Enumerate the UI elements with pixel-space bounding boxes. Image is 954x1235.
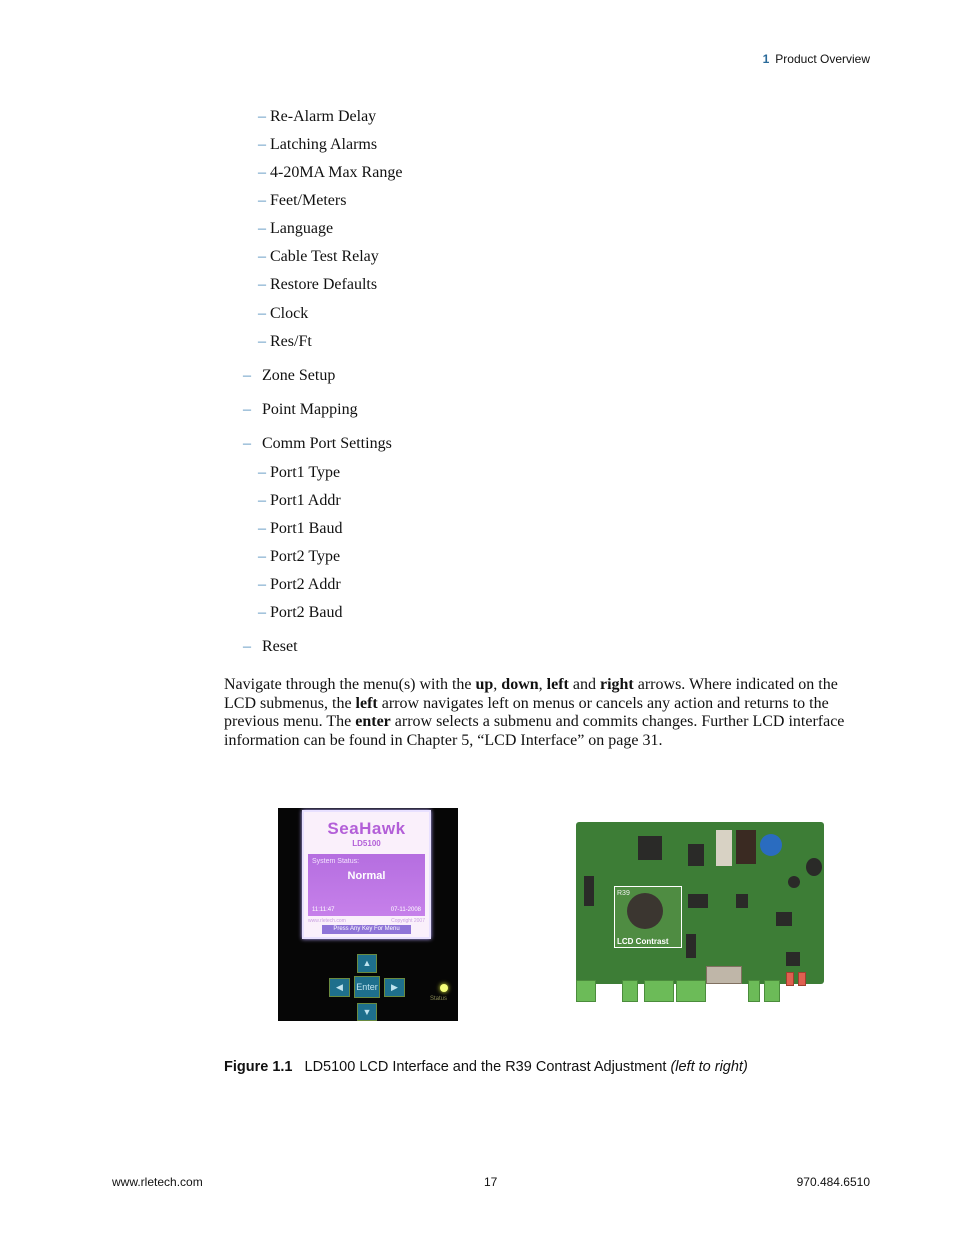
list-item: – Latching Alarms xyxy=(258,136,378,153)
list-item: – Port2 Type xyxy=(258,548,341,565)
list-item-point-mapping: – Point Mapping xyxy=(243,401,358,418)
dash-bullet-icon: – xyxy=(258,576,266,593)
list-item: – Cable Test Relay xyxy=(258,248,379,265)
terminal-block xyxy=(764,980,780,1002)
chip xyxy=(638,836,662,860)
list-item: – Res/Ft xyxy=(258,333,312,350)
led-label: Status xyxy=(430,996,448,1002)
dash-bullet-icon: – xyxy=(258,192,266,209)
dash-bullet-icon: – xyxy=(258,305,266,322)
potentiometer-icon xyxy=(627,893,663,929)
figure-number: Figure 1.1 xyxy=(224,1059,293,1075)
list-item-reset: – Reset xyxy=(243,638,298,655)
dash-bullet-icon: – xyxy=(258,333,266,350)
chip xyxy=(688,894,708,908)
dash-bullet-icon: – xyxy=(258,164,266,181)
jumper xyxy=(786,972,794,986)
dash-bullet-icon: – xyxy=(258,548,266,565)
list-item: – Feet/Meters xyxy=(258,192,347,209)
running-header: 1 Product Overview xyxy=(763,52,870,66)
list-item: – Port1 Type xyxy=(258,464,341,481)
lcd-interface-photo: SeaHawk LD5100 System Status: Normal 11:… xyxy=(278,808,458,1021)
down-arrow-icon: ▼ xyxy=(357,1003,377,1021)
lcd-time: 11:11:47 xyxy=(312,907,335,913)
circuit-board: R39 LCD Contrast xyxy=(576,822,824,984)
lcd-screen: SeaHawk LD5100 System Status: Normal 11:… xyxy=(302,810,431,939)
list-item: – Restore Defaults xyxy=(258,276,378,293)
enter-key-icon: Enter xyxy=(354,976,380,998)
r39-inset: R39 LCD Contrast xyxy=(614,886,682,948)
chip xyxy=(786,952,800,966)
chip xyxy=(736,894,748,908)
status-led-icon xyxy=(440,984,448,992)
terminal-block xyxy=(644,980,674,1002)
capacitor xyxy=(788,876,800,888)
dash-bullet-icon: – xyxy=(243,638,251,655)
list-item: – Port1 Baud xyxy=(258,520,343,537)
navigation-paragraph: Navigate through the menu(s) with the up… xyxy=(224,676,845,749)
dash-bullet-icon: – xyxy=(258,464,266,481)
jumper xyxy=(798,972,806,986)
pcb-photo: R39 LCD Contrast xyxy=(572,820,828,1002)
lcd-prompt: Press Any Key For Menu xyxy=(322,925,411,934)
capacitor xyxy=(806,858,822,876)
list-item: – Re-Alarm Delay xyxy=(258,108,377,125)
lcd-copyright: Copyright 2007 xyxy=(391,918,425,924)
terminal-block xyxy=(676,980,706,1002)
list-item-zone-setup: – Zone Setup xyxy=(243,367,336,384)
list-item: – Port2 Addr xyxy=(258,576,341,593)
dash-bullet-icon: – xyxy=(258,276,266,293)
dash-bullet-icon: – xyxy=(258,604,266,621)
terminal-block xyxy=(748,980,760,1002)
footer-page-number: 17 xyxy=(484,1175,498,1189)
chip xyxy=(688,844,704,866)
dash-bullet-icon: – xyxy=(258,248,266,265)
list-item: – Port2 Baud xyxy=(258,604,343,621)
list-item: – Port1 Addr xyxy=(258,492,341,509)
chip xyxy=(686,934,696,958)
chip xyxy=(776,912,792,926)
up-arrow-icon: ▲ xyxy=(357,954,377,973)
terminal-block xyxy=(576,980,596,1002)
left-arrow-icon: ◀ xyxy=(329,978,350,997)
lcd-model: LD5100 xyxy=(352,839,381,848)
list-item-comm-port-settings: – Comm Port Settings xyxy=(243,435,392,452)
list-item: – Language xyxy=(258,220,334,237)
serial-port xyxy=(706,966,742,984)
list-item: – Clock xyxy=(258,305,309,322)
chapter-number: 1 xyxy=(762,52,770,66)
dash-bullet-icon: – xyxy=(258,220,266,237)
dash-bullet-icon: – xyxy=(258,136,266,153)
dash-bullet-icon: – xyxy=(258,492,266,509)
dash-bullet-icon: – xyxy=(258,520,266,537)
chapter-title: Product Overview xyxy=(775,52,870,66)
list-item: –4-20MA Max Range xyxy=(258,164,403,181)
lcd-date: 07-11-2008 xyxy=(390,907,421,913)
caption-parenthetical: (left to right) xyxy=(670,1059,748,1075)
dash-bullet-icon: – xyxy=(243,401,251,418)
terminal-block xyxy=(622,980,638,1002)
relay xyxy=(736,830,756,864)
lcd-status-label: System Status: xyxy=(312,858,360,865)
dash-bullet-icon: – xyxy=(243,435,251,452)
r39-label: R39 xyxy=(617,890,630,897)
dash-bullet-icon: – xyxy=(258,108,266,125)
buzzer-icon xyxy=(760,834,782,856)
lcd-status-value: Normal xyxy=(347,870,386,882)
lcd-status-panel: System Status: Normal 11:11:47 07-11-200… xyxy=(308,854,425,916)
caption-text: LD5100 LCD Interface and the R39 Contras… xyxy=(304,1059,671,1075)
dash-bullet-icon: – xyxy=(243,367,251,384)
footer-phone: 970.484.6510 xyxy=(796,1175,870,1189)
lcd-contrast-label: LCD Contrast xyxy=(617,937,669,946)
lcd-url: www.rletech.com xyxy=(308,918,346,924)
footer-website: www.rletech.com xyxy=(112,1175,203,1189)
connector xyxy=(584,876,594,906)
figure-caption: Figure 1.1 LD5100 LCD Interface and the R… xyxy=(224,1059,748,1075)
lcd-brand: SeaHawk xyxy=(327,819,406,838)
right-arrow-icon: ▶ xyxy=(384,978,405,997)
chip xyxy=(716,830,732,866)
